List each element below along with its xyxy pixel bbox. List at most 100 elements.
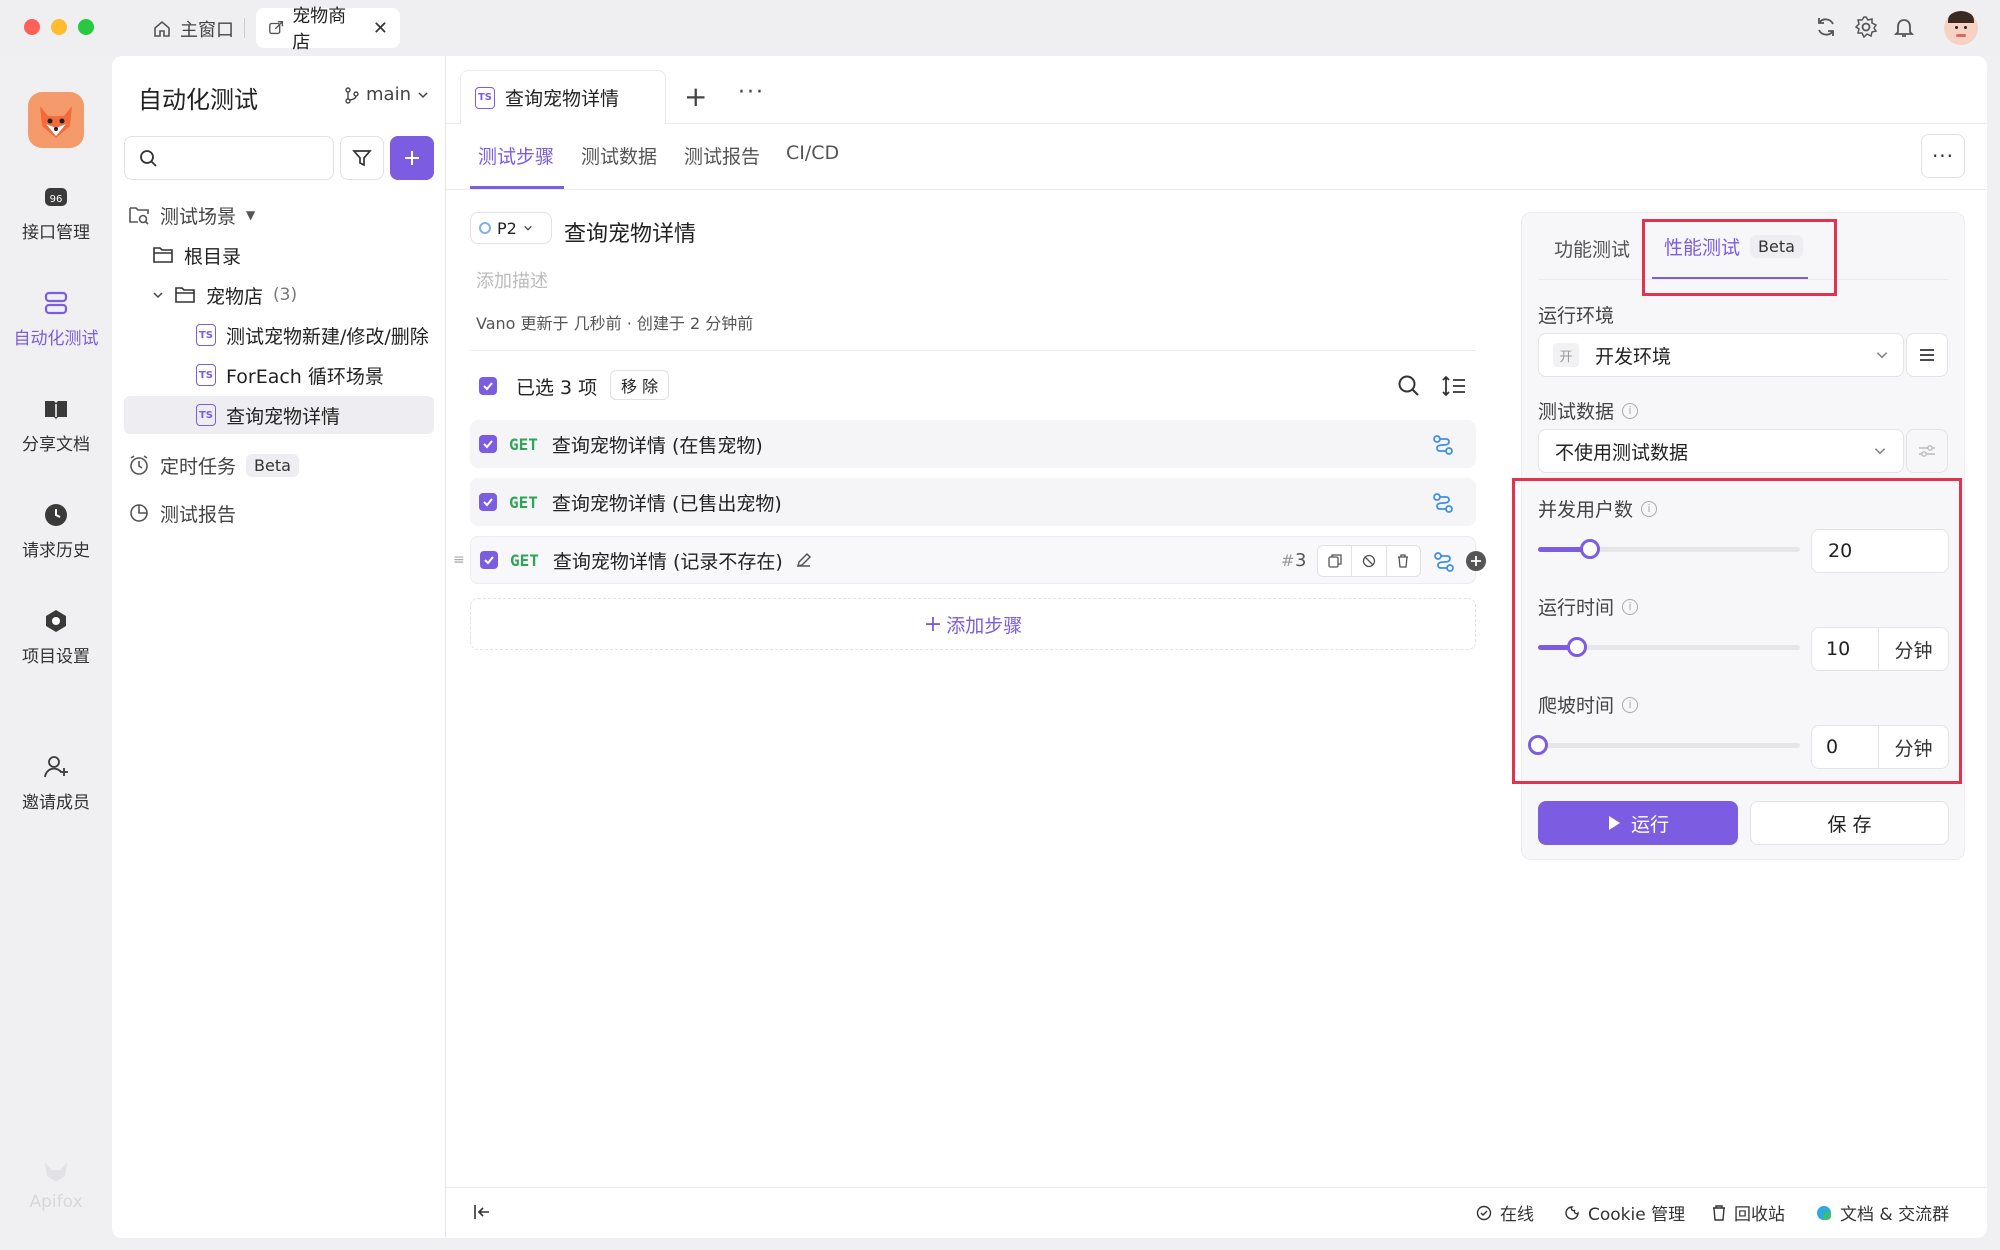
collapse-sidebar-icon[interactable]: [472, 1202, 492, 1222]
tree-root-label: 根目录: [184, 245, 242, 268]
subtab-test-steps[interactable]: 测试步骤: [478, 142, 554, 169]
tab-functional-test[interactable]: 功能测试: [1554, 235, 1630, 262]
plus-icon: [405, 151, 419, 165]
gear-icon[interactable]: [1854, 15, 1880, 41]
editor-tab[interactable]: TS 查询宠物详情: [460, 70, 666, 124]
more-tabs-button[interactable]: ···: [738, 80, 765, 105]
subtab-cicd[interactable]: CI/CD: [786, 142, 839, 164]
filter-icon: [352, 150, 372, 167]
chevron-down-icon: [1874, 448, 1886, 455]
status-docs-label: 文档 & 交流群: [1840, 1205, 1950, 1225]
git-branch-icon: [345, 86, 359, 104]
route-link-icon[interactable]: [1433, 551, 1455, 573]
drag-handle-icon[interactable]: ≡: [453, 552, 465, 568]
trash-icon[interactable]: [1387, 546, 1420, 576]
status-online[interactable]: 在线: [1476, 1200, 1534, 1225]
tree-scheduled-tasks[interactable]: 定时任务 Beta: [128, 446, 299, 484]
check-icon: [483, 382, 493, 391]
route-link-icon[interactable]: [1432, 434, 1454, 456]
step-checkbox[interactable]: [480, 551, 498, 569]
test-data-label-row: 测试数据 i: [1538, 397, 1639, 424]
step-actions: [1317, 545, 1421, 577]
more-options-button[interactable]: ···: [1921, 134, 1965, 178]
project-logo[interactable]: [28, 92, 84, 148]
tree-scenes-label: 测试场景: [160, 205, 237, 228]
new-tab-button[interactable]: +: [684, 80, 707, 113]
close-tab-icon[interactable]: ✕: [373, 18, 388, 39]
tree-scenes-header[interactable]: 测试场景 ▼: [128, 196, 255, 234]
description-input[interactable]: 添加描述: [476, 267, 548, 293]
search-input[interactable]: [124, 136, 334, 180]
tree-root-folder[interactable]: 根目录: [152, 236, 241, 274]
step-checkbox[interactable]: [479, 435, 497, 453]
nav-project-settings[interactable]: 项目设置: [0, 608, 112, 667]
search-steps-icon[interactable]: [1397, 374, 1421, 398]
select-all-checkbox[interactable]: [479, 377, 497, 395]
alarm-clock-icon: [130, 455, 148, 475]
home-icon: [154, 20, 170, 37]
status-docs[interactable]: 文档 & 交流群: [1816, 1200, 1949, 1225]
status-trash[interactable]: 回收站: [1712, 1200, 1785, 1225]
test-data-settings-button[interactable]: [1906, 429, 1948, 473]
api-icon: 96: [45, 188, 67, 206]
settings-icon: [46, 610, 66, 632]
plus-icon: +: [923, 611, 943, 637]
branch-selector[interactable]: main: [344, 84, 429, 105]
env-manage-button[interactable]: [1906, 333, 1948, 377]
tree-reports-label: 测试报告: [160, 503, 237, 526]
tree-item[interactable]: TS ForEach 循环场景: [196, 356, 384, 394]
nav-request-history[interactable]: 请求历史: [0, 502, 112, 561]
nav-automation[interactable]: 自动化测试: [0, 290, 112, 349]
save-button[interactable]: 保 存: [1750, 801, 1949, 845]
trash-icon: [1713, 1204, 1725, 1221]
subtab-test-report[interactable]: 测试报告: [684, 142, 760, 169]
brand-label: Apifox: [29, 1192, 83, 1212]
remove-button[interactable]: 移 除: [610, 370, 670, 400]
step-row[interactable]: GET 查询宠物详情 (在售宠物): [470, 420, 1476, 468]
tree-item[interactable]: TS 测试宠物新建/修改/删除: [196, 316, 429, 354]
run-button[interactable]: 运行: [1538, 801, 1738, 845]
nav-project-settings-label: 项目设置: [22, 647, 90, 667]
filter-button[interactable]: [340, 136, 384, 180]
step-checkbox[interactable]: [479, 493, 497, 511]
copy-icon[interactable]: [1318, 546, 1353, 576]
test-data-select[interactable]: 不使用测试数据: [1538, 429, 1904, 473]
minimize-window-button[interactable]: [51, 19, 67, 35]
check-icon: [483, 440, 493, 449]
sliders-icon: [1919, 445, 1935, 457]
tree-item-selected[interactable]: TS 查询宠物详情: [196, 396, 340, 434]
add-button[interactable]: [390, 136, 434, 180]
nav-share-docs[interactable]: 分享文档: [0, 396, 112, 455]
close-window-button[interactable]: [24, 19, 40, 35]
status-cookie[interactable]: Cookie 管理: [1564, 1200, 1685, 1225]
nav-share-docs-label: 分享文档: [22, 435, 90, 455]
nav-invite-members[interactable]: 邀请成员: [0, 754, 112, 813]
add-step-button[interactable]: + 添加步骤: [470, 598, 1476, 650]
chevron-down-icon: [524, 225, 532, 231]
scenario-title[interactable]: 查询宠物详情: [564, 216, 696, 248]
bell-icon[interactable]: [1892, 15, 1918, 41]
zoom-window-button[interactable]: [78, 19, 94, 35]
search-icon: [140, 150, 157, 167]
edit-pencil-icon[interactable]: [795, 551, 813, 569]
env-select[interactable]: 开 开发环境: [1538, 333, 1904, 377]
avatar[interactable]: [1944, 11, 1978, 45]
tab-pet-store[interactable]: 宠物商店 ✕: [256, 6, 400, 53]
nav-api-management-label: 接口管理: [22, 223, 90, 243]
sort-icon[interactable]: [1441, 374, 1467, 398]
tree-folder-petstore[interactable]: 宠物店 (3): [152, 276, 297, 314]
selected-count: 已选 3 项: [516, 377, 598, 399]
test-scenario-icon: TS: [196, 364, 216, 386]
disable-icon[interactable]: [1352, 546, 1387, 576]
priority-selector[interactable]: P2: [470, 212, 552, 244]
tree-reports[interactable]: 测试报告: [128, 494, 236, 532]
step-row[interactable]: GET 查询宠物详情 (已售出宠物): [470, 478, 1476, 526]
sync-icon[interactable]: [1814, 15, 1840, 41]
subtab-test-data[interactable]: 测试数据: [581, 142, 657, 169]
step-row-hovered[interactable]: GET 查询宠物详情 (记录不存在) # 3: [470, 536, 1476, 584]
info-icon[interactable]: i: [1622, 402, 1639, 419]
nav-api-management[interactable]: 96 接口管理: [0, 184, 112, 243]
tab-main-window[interactable]: 主窗口: [146, 13, 240, 45]
insert-step-icon[interactable]: [1466, 551, 1486, 571]
route-link-icon[interactable]: [1432, 492, 1454, 514]
